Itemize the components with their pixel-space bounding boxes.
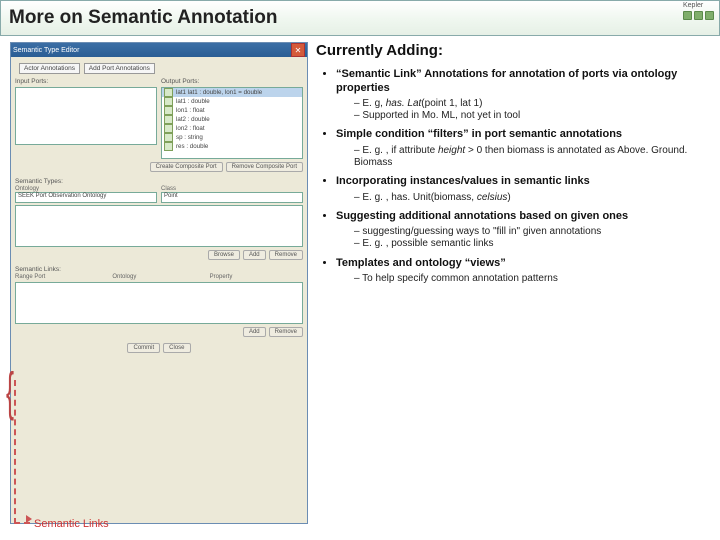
- semantic-types-label: Semantic Types:: [15, 178, 303, 185]
- sub-item: E. g, has. Lat(point 1, lat 1): [354, 98, 710, 110]
- logo-text: Kepler: [683, 2, 714, 9]
- kepler-logo: Kepler: [683, 2, 714, 20]
- create-composite-button[interactable]: Create Composite Port: [150, 162, 223, 172]
- property-header: Property: [210, 274, 303, 280]
- sub-item: suggesting/guessing ways to "fill in" gi…: [354, 226, 710, 238]
- list-item[interactable]: res : double: [162, 142, 302, 151]
- ontology-value: SEEK Port Observation Ontology: [15, 192, 157, 203]
- semantic-links-list[interactable]: [15, 282, 303, 324]
- output-ports-list[interactable]: lat1 lat1 : double, lon1 = double lat1 :…: [161, 87, 303, 159]
- close-button[interactable]: Close: [163, 343, 190, 353]
- brace-icon: {: [6, 363, 14, 425]
- list-item[interactable]: sp : string: [162, 133, 302, 142]
- tab-strip: Actor Annotations Add Port Annotations: [15, 61, 303, 76]
- list-item: Incorporating instances/values in semant…: [336, 175, 710, 204]
- currently-adding-heading: Currently Adding:: [316, 42, 710, 60]
- ontology-header-2: Ontology: [112, 274, 205, 280]
- remove-button[interactable]: Remove: [269, 250, 303, 260]
- commit-button[interactable]: Commit: [127, 343, 160, 353]
- semantic-links-label: Semantic Links:: [15, 266, 303, 273]
- list-item[interactable]: lon1 : float: [162, 106, 302, 115]
- list-item: Templates and ontology “views” To help s…: [336, 257, 710, 286]
- class-value: Point: [161, 192, 303, 203]
- list-item: Simple condition “filters” in port seman…: [336, 128, 710, 169]
- list-item[interactable]: lat2 : double: [162, 115, 302, 124]
- remove-composite-button[interactable]: Remove Composite Port: [226, 162, 303, 172]
- add-button[interactable]: Add: [243, 250, 266, 260]
- input-ports-label: Input Ports:: [15, 78, 157, 85]
- close-icon[interactable]: ✕: [291, 43, 305, 57]
- semantic-type-editor-window: Semantic Type Editor ✕ Actor Annotations…: [10, 42, 308, 524]
- input-ports-list[interactable]: [15, 87, 157, 145]
- remove-link-button[interactable]: Remove: [269, 327, 303, 337]
- list-item[interactable]: lat1 lat1 : double, lon1 = double: [162, 88, 302, 97]
- sub-item: To help specify common annotation patter…: [354, 273, 710, 285]
- title-bar: More on Semantic Annotation: [0, 0, 720, 36]
- semantic-types-list[interactable]: [15, 205, 303, 247]
- sub-item: E. g. , has. Unit(biomass, celsius): [354, 192, 710, 204]
- output-ports-label: Output Ports:: [161, 78, 303, 85]
- content-pane: Currently Adding: “Semantic Link” Annota…: [316, 42, 710, 524]
- arrowhead-icon: [26, 515, 32, 523]
- feature-list: “Semantic Link” Annotations for annotati…: [316, 68, 710, 285]
- list-item: “Semantic Link” Annotations for annotati…: [336, 68, 710, 122]
- sub-item: E. g. , possible semantic links: [354, 238, 710, 250]
- sub-item: Supported in Mo. ML, not yet in tool: [354, 110, 710, 122]
- callout-arrow: [14, 380, 30, 524]
- semantic-links-callout: Semantic Links: [34, 518, 109, 530]
- add-link-button[interactable]: Add: [243, 327, 266, 337]
- sub-item: E. g. , if attribute height > 0 then bio…: [354, 145, 710, 169]
- list-item[interactable]: lon2 : float: [162, 124, 302, 133]
- list-item: Suggesting additional annotations based …: [336, 210, 710, 251]
- slide-title: More on Semantic Annotation: [9, 7, 277, 29]
- window-titlebar: Semantic Type Editor ✕: [11, 43, 307, 57]
- range-port-header: Range Port: [15, 274, 108, 280]
- list-item[interactable]: lat1 : double: [162, 97, 302, 106]
- browse-button[interactable]: Browse: [208, 250, 240, 260]
- tab-actor-annotations[interactable]: Actor Annotations: [19, 63, 80, 74]
- tab-add-port-annotations[interactable]: Add Port Annotations: [84, 63, 155, 74]
- window-title: Semantic Type Editor: [13, 47, 79, 54]
